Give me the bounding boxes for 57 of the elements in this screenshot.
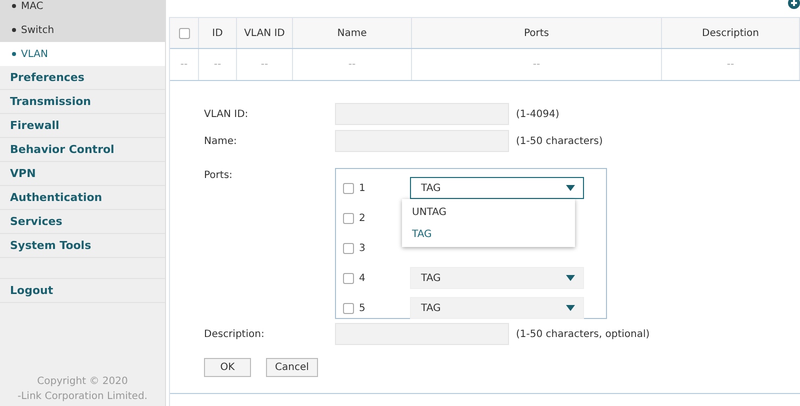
table-cell: -- [293,49,412,80]
column-header: Description [662,18,800,48]
table-cell: -- [412,49,662,80]
dropdown-option[interactable]: UNTAG [402,201,575,223]
field-label: Ports: [204,169,234,181]
sidebar-item[interactable]: Authentication [0,186,165,210]
cancel-button[interactable]: Cancel [266,358,318,377]
column-header: VLAN ID [237,18,293,48]
field-label: VLAN ID: [204,108,250,120]
checkbox[interactable] [343,302,354,314]
port-number: 3 [359,242,366,254]
copyright-text: -Link Corporation Limited. [18,390,148,404]
input-field[interactable] [335,130,509,152]
mode-select[interactable]: TAG [410,177,584,199]
dropdown-option[interactable]: TAG [402,223,575,245]
sidebar-item[interactable]: Firewall [0,114,165,138]
sidebar-item[interactable]: Behavior Control [0,138,165,162]
caret-icon [566,275,575,281]
checkbox[interactable] [343,242,354,254]
table-cell: -- [170,49,199,80]
column-header: Ports [412,18,662,48]
table-cell: -- [199,49,237,80]
sidebar-item[interactable]: Preferences [0,66,165,90]
port-number: 2 [359,212,366,224]
sidebar-subitem[interactable]: Switch [0,18,165,42]
input-field[interactable] [335,103,509,125]
field-hint: (1-4094) [516,108,560,120]
checkbox[interactable] [343,212,354,224]
checkbox[interactable] [343,272,354,284]
sidebar-item[interactable]: Transmission [0,90,165,114]
sidebar-item[interactable]: VPN [0,162,165,186]
sidebar-item[interactable]: Services [0,210,165,234]
add-icon[interactable] [788,0,800,9]
mode-select[interactable]: TAG [410,267,584,289]
sidebar-item[interactable]: System Tools [0,234,165,258]
checkbox[interactable] [343,182,354,194]
input-field[interactable] [335,323,509,345]
caret-icon [566,185,575,191]
ok-button[interactable]: OK [204,358,251,377]
field-hint: (1-50 characters, optional) [516,328,650,340]
caret-icon [566,305,575,311]
field-label: Name: [204,136,238,146]
sidebar-subitem[interactable]: MAC [0,0,165,18]
column-header: ID [199,18,237,48]
table-cell: -- [662,49,800,80]
copyright-text: Copyright © 2020 [37,375,128,389]
field-hint: (1-50 characters) [516,136,603,146]
table-cell: -- [237,49,293,80]
port-number: 4 [359,272,366,284]
column-header: Name [293,18,412,48]
logout-link[interactable]: Logout [0,279,165,303]
port-number: 5 [359,302,366,314]
sidebar-subitem[interactable]: VLAN [0,42,165,66]
checkbox[interactable] [178,28,190,38]
mode-select[interactable]: TAG [410,297,584,319]
port-number: 1 [359,182,366,194]
field-label: Description: [204,328,266,340]
